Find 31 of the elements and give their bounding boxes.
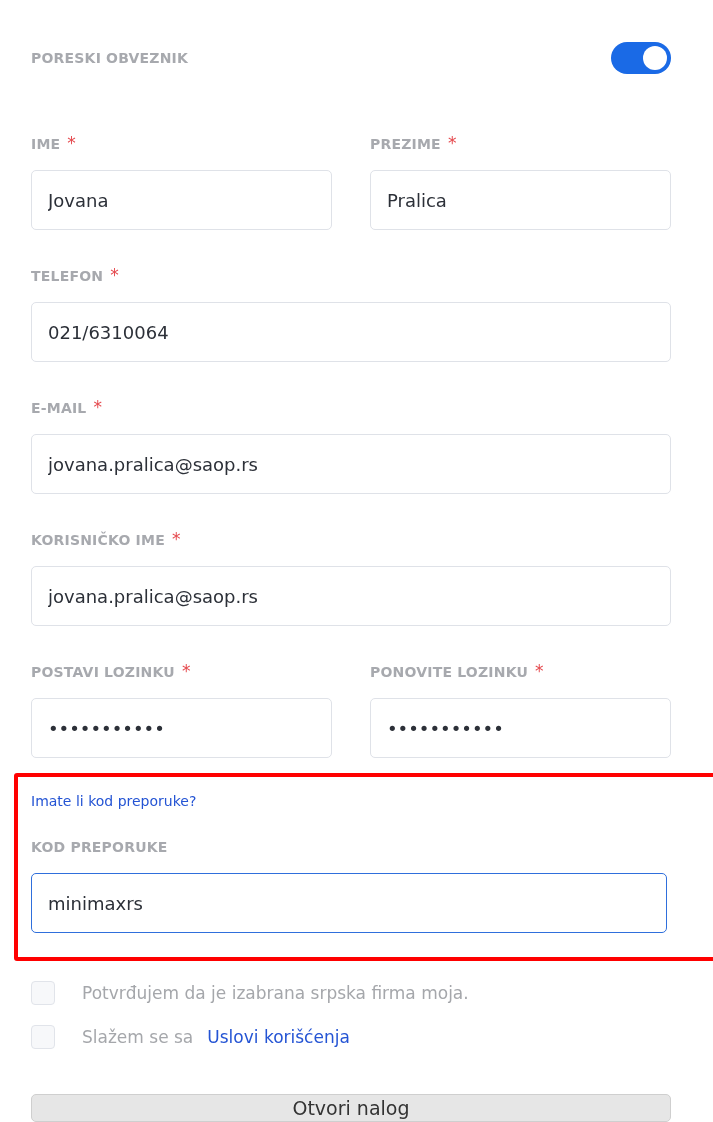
field-label: KOD PREPORUKE: [31, 839, 168, 855]
submit-button[interactable]: Otvori nalog: [31, 1094, 671, 1122]
input-field[interactable]: •••••••••••: [370, 698, 671, 758]
required-mark: *: [67, 136, 76, 150]
toggle-switch[interactable]: [611, 42, 671, 74]
field-label: POSTAVI LOZINKU: [31, 664, 175, 680]
field-label: PONOVITE LOZINKU: [370, 664, 528, 680]
input-field[interactable]: 021/6310064: [31, 302, 671, 362]
field-label: TELEFON: [31, 268, 104, 284]
terms-link[interactable]: Uslovi korišćenja: [207, 1027, 350, 1047]
field-label: IME: [31, 136, 61, 152]
required-mark: *: [535, 664, 544, 678]
checkbox-label: Potvrđujem da je izabrana srpska firma moja.: [82, 983, 469, 1003]
required-mark: *: [171, 532, 181, 546]
required-mark: *: [181, 664, 191, 678]
required-mark: *: [93, 400, 102, 414]
input-field[interactable]: minimaxrs: [31, 873, 667, 933]
checkbox-label: Slažem se sa: [82, 1027, 194, 1047]
checkbox[interactable]: [31, 1025, 55, 1049]
referral-link[interactable]: Imate li kod preporuke?: [31, 793, 197, 809]
input-field[interactable]: jovana.pralica@saop.rs: [31, 434, 671, 494]
input-field[interactable]: Pralica: [370, 170, 671, 230]
field-label: E-MAIL: [31, 400, 87, 416]
field-label: PREZIME: [370, 136, 441, 152]
required-mark: *: [110, 268, 119, 282]
required-mark: *: [447, 136, 457, 150]
field-label: KORISNIČKO IME: [31, 532, 165, 548]
input-field[interactable]: jovana.pralica@saop.rs: [31, 566, 671, 626]
checkbox[interactable]: [31, 981, 55, 1005]
toggle-label: PORESKI OBVEZNIK: [31, 50, 189, 66]
input-field[interactable]: •••••••••••: [31, 698, 332, 758]
